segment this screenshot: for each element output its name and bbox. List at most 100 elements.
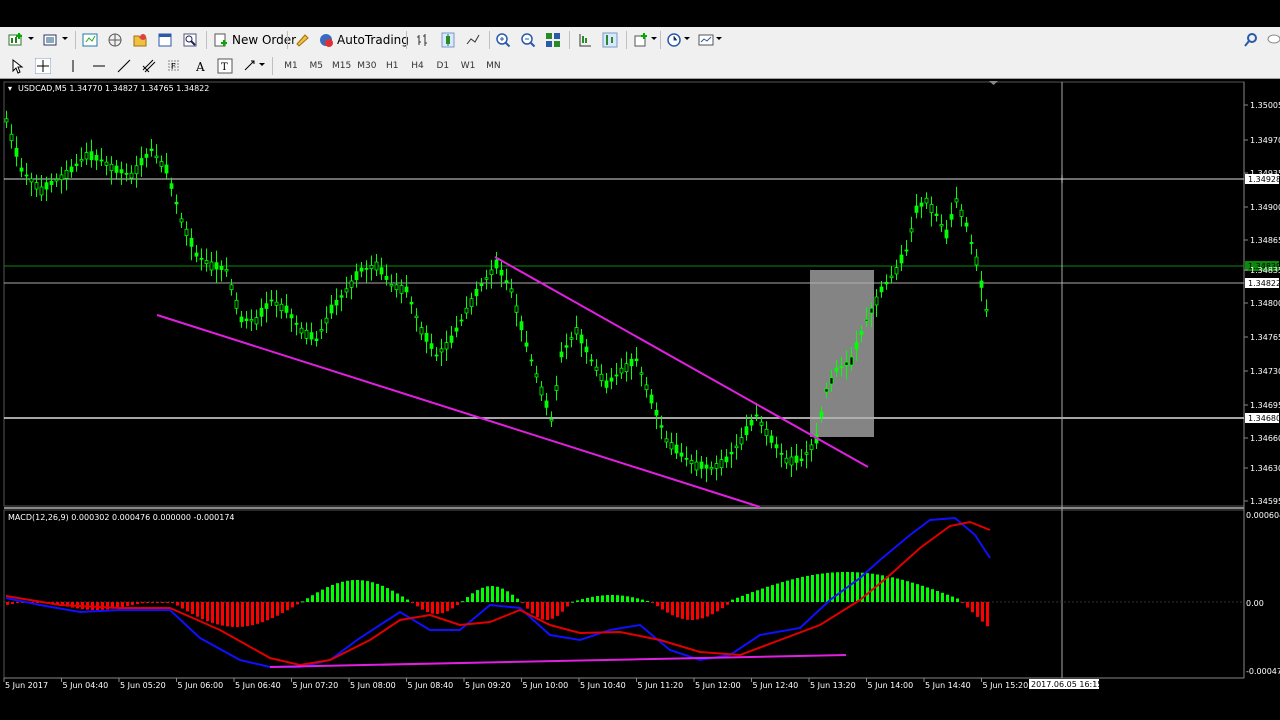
navigator-icon[interactable] bbox=[132, 32, 148, 48]
periods-icon[interactable] bbox=[666, 32, 682, 48]
candle-body bbox=[629, 358, 634, 367]
candle-body bbox=[684, 457, 689, 460]
histogram-bar-down bbox=[546, 602, 549, 620]
histogram-bar-up bbox=[631, 597, 634, 602]
candle-body bbox=[864, 318, 869, 322]
candle-body bbox=[839, 366, 844, 369]
timeframe-w1[interactable]: W1 bbox=[457, 57, 479, 74]
cursor-icon[interactable] bbox=[9, 58, 25, 74]
price-tag-lower: 1.34680 bbox=[1248, 414, 1280, 423]
autoscroll-icon[interactable] bbox=[602, 32, 618, 48]
templates-icon[interactable] bbox=[698, 32, 714, 48]
vertical-line-icon[interactable] bbox=[65, 58, 81, 74]
histogram-bar-up bbox=[856, 572, 859, 602]
candle-body bbox=[189, 237, 194, 247]
candle-body bbox=[949, 214, 954, 220]
candle-body bbox=[879, 286, 884, 293]
histogram-bar-up bbox=[501, 588, 504, 602]
candle-body bbox=[584, 346, 589, 353]
indicators-icon[interactable] bbox=[633, 32, 649, 48]
candle-body bbox=[794, 455, 799, 463]
zoom-out-icon[interactable] bbox=[520, 32, 536, 48]
price-chart[interactable]: ▾ USDCAD,M5 1.34770 1.34827 1.34765 1.34… bbox=[0, 80, 1280, 720]
time-label: 5 Jun 07:20 bbox=[293, 681, 339, 690]
candle-body bbox=[869, 307, 874, 314]
autotrading-button[interactable]: AutoTrading bbox=[318, 30, 409, 50]
data-window-icon[interactable] bbox=[107, 32, 123, 48]
candle-body bbox=[499, 269, 504, 276]
chat-icon[interactable] bbox=[1266, 32, 1280, 48]
macd-axis-label: 0.00 bbox=[1246, 599, 1264, 608]
macd-trendline[interactable] bbox=[269, 654, 847, 668]
trendline-icon[interactable] bbox=[116, 58, 132, 74]
timeframe-mn[interactable]: MN bbox=[482, 57, 504, 74]
new-order-button[interactable]: New Order bbox=[213, 30, 296, 50]
candle-body bbox=[24, 174, 29, 177]
chevron-down-icon[interactable] bbox=[715, 35, 723, 43]
candle-body bbox=[724, 456, 729, 463]
candle-body bbox=[279, 303, 284, 312]
histogram-bar-up bbox=[626, 596, 629, 602]
histogram-bar-down bbox=[441, 602, 444, 614]
candle-body bbox=[249, 318, 254, 322]
crosshair-icon[interactable] bbox=[35, 58, 51, 74]
candle-body bbox=[489, 269, 494, 276]
candle-body bbox=[89, 151, 94, 161]
chevron-down-icon[interactable] bbox=[61, 35, 69, 43]
zoom-in-icon[interactable] bbox=[495, 32, 511, 48]
candle-body bbox=[284, 305, 289, 313]
channel-icon[interactable] bbox=[141, 58, 157, 74]
timeframe-h1[interactable]: H1 bbox=[381, 57, 403, 74]
text-icon[interactable]: A bbox=[192, 58, 208, 74]
time-label: 5 Jun 06:40 bbox=[235, 681, 281, 690]
histogram-bar-up bbox=[896, 578, 899, 602]
candle-body bbox=[59, 174, 64, 181]
histogram-bar-down bbox=[666, 602, 669, 613]
tile-windows-icon[interactable] bbox=[545, 32, 561, 48]
chart-shift-icon[interactable] bbox=[577, 32, 593, 48]
histogram-bar-up bbox=[496, 586, 499, 602]
histogram-bar-up bbox=[811, 574, 814, 602]
candle-body bbox=[344, 288, 349, 293]
timeframe-m30[interactable]: M30 bbox=[356, 57, 378, 74]
candle-body bbox=[224, 268, 229, 272]
price-label: 1.34660 bbox=[1250, 434, 1280, 443]
candle-body bbox=[914, 205, 919, 213]
timeframe-h4[interactable]: H4 bbox=[407, 57, 429, 74]
bar-chart-icon[interactable] bbox=[415, 32, 431, 48]
chevron-down-icon[interactable] bbox=[650, 35, 658, 43]
chevron-down-icon[interactable] bbox=[258, 61, 266, 69]
candle-body bbox=[94, 154, 99, 161]
horizontal-line-icon[interactable] bbox=[91, 58, 107, 74]
histogram-bar-down bbox=[701, 602, 704, 619]
terminal-icon[interactable] bbox=[157, 32, 173, 48]
candlesticks-icon[interactable] bbox=[440, 32, 456, 48]
arrows-icon[interactable] bbox=[242, 58, 258, 74]
candle-body bbox=[99, 159, 104, 162]
chevron-down-icon[interactable] bbox=[683, 35, 691, 43]
text-label-icon[interactable]: T bbox=[217, 58, 233, 74]
strategy-tester-icon[interactable] bbox=[182, 32, 198, 48]
autotrading-label: AutoTrading bbox=[337, 33, 409, 47]
timeframe-m5[interactable]: M5 bbox=[305, 57, 327, 74]
candle-body bbox=[239, 316, 244, 323]
histogram-bar-up bbox=[801, 576, 804, 602]
trendline-lower[interactable] bbox=[156, 314, 761, 508]
timeframe-m1[interactable]: M1 bbox=[280, 57, 302, 74]
fibonacci-icon[interactable]: F bbox=[166, 58, 182, 74]
timeframe-m15[interactable]: M15 bbox=[331, 57, 353, 74]
profiles-icon[interactable] bbox=[42, 32, 58, 48]
market-watch-icon[interactable] bbox=[82, 32, 98, 48]
chart-shift-marker[interactable] bbox=[989, 81, 998, 85]
new-chart-icon[interactable] bbox=[8, 32, 24, 48]
line-chart-icon[interactable] bbox=[465, 32, 481, 48]
histogram-bar-down bbox=[521, 602, 524, 604]
metaeditor-icon[interactable] bbox=[294, 32, 310, 48]
time-label: 5 Jun 08:00 bbox=[350, 681, 396, 690]
chevron-down-icon[interactable] bbox=[27, 35, 35, 43]
candle-body bbox=[699, 461, 704, 469]
highlight-rectangle[interactable] bbox=[810, 270, 874, 437]
search-icon[interactable] bbox=[1243, 32, 1259, 48]
histogram-bar-down bbox=[681, 602, 684, 619]
timeframe-d1[interactable]: D1 bbox=[432, 57, 454, 74]
